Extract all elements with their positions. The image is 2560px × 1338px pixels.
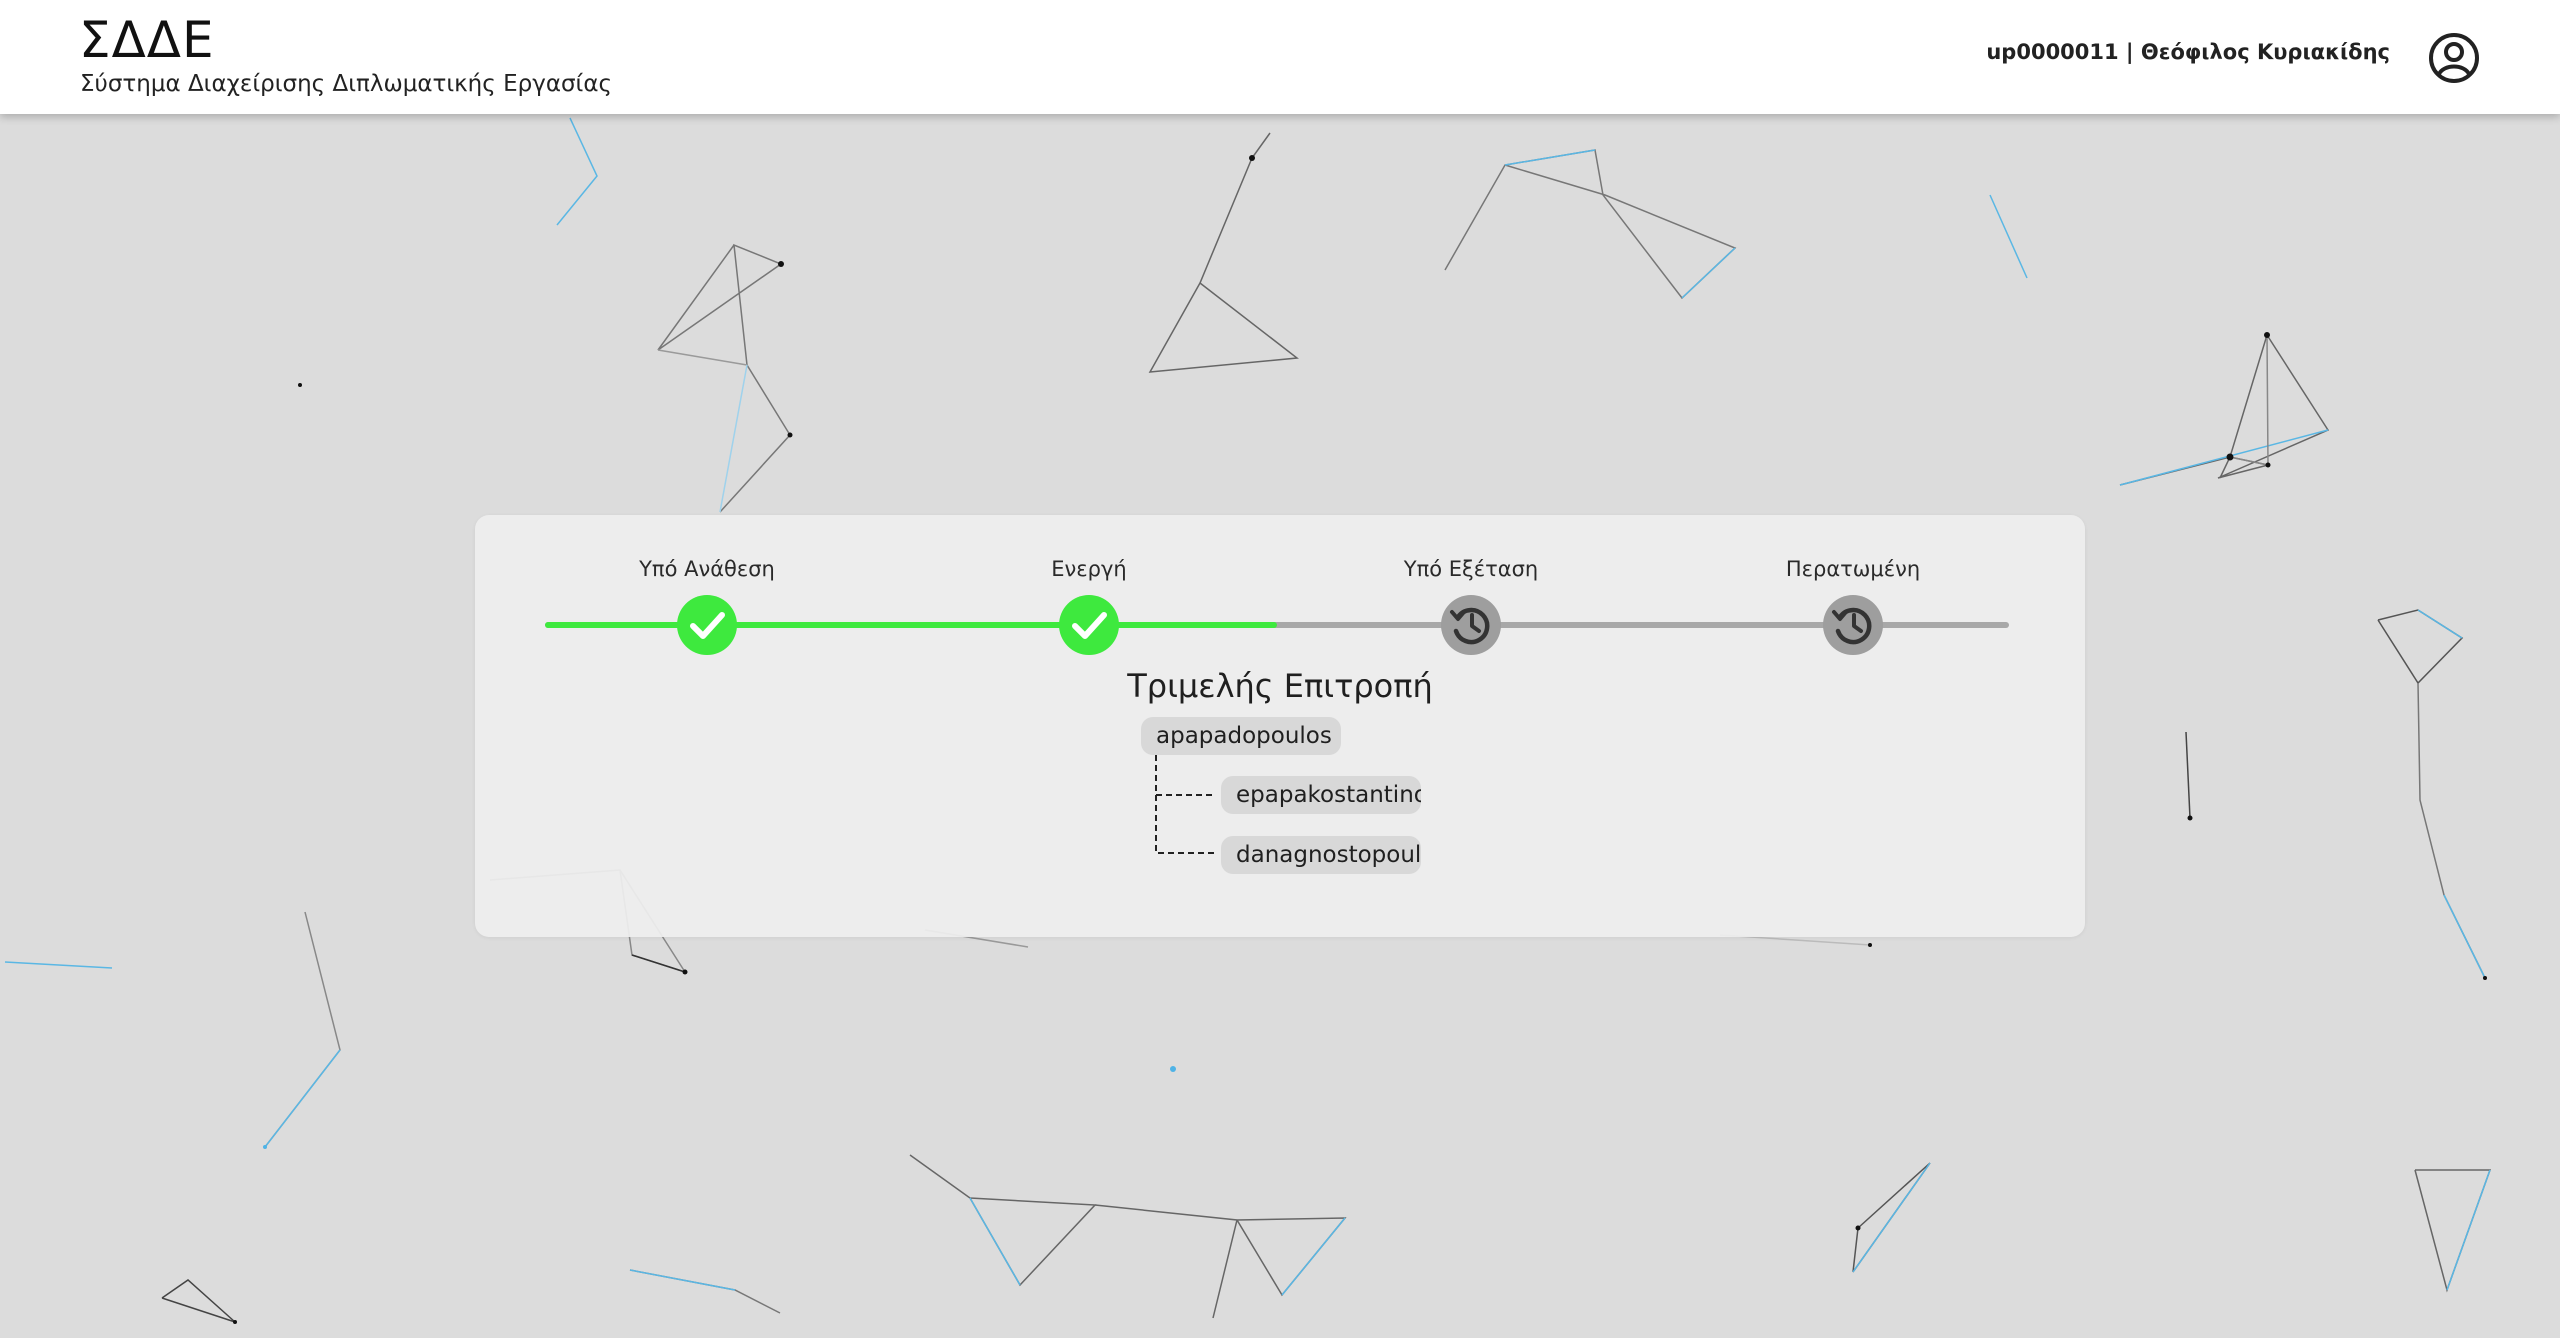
check-icon — [677, 595, 737, 655]
history-icon — [1441, 595, 1501, 655]
step-active: Ενεργή — [959, 515, 1219, 665]
app-subtitle: Σύστημα Διαχείρισης Διπλωματικής Εργασία… — [80, 71, 612, 97]
step-label: Υπό Εξέταση — [1403, 557, 1539, 581]
user-info: up0000011 | Θεόφιλος Κυριακίδης — [1986, 40, 2390, 64]
step-under-assignment: Υπό Ανάθεση — [577, 515, 837, 665]
committee-title: Τριμελής Επιτροπή — [1127, 667, 1433, 705]
app-title: ΣΔΔΕ — [79, 11, 215, 69]
committee-member-chip: epapakostantinou — [1221, 776, 1421, 814]
history-icon — [1823, 595, 1883, 655]
step-label: Ενεργή — [1051, 557, 1127, 581]
committee-member-chip: danagnostopoulos — [1221, 836, 1421, 874]
user-circle-icon[interactable] — [2426, 30, 2482, 86]
committee-supervisor-chip: apapadopoulos — [1141, 717, 1341, 755]
check-icon — [1059, 595, 1119, 655]
step-label: Υπό Ανάθεση — [639, 557, 775, 581]
top-bar: ΣΔΔΕ Σύστημα Διαχείρισης Διπλωματικής Ερ… — [0, 0, 2560, 114]
step-label: Περατωμένη — [1785, 557, 1921, 581]
step-under-review: Υπό Εξέταση — [1341, 515, 1601, 665]
thesis-status-card: Υπό Ανάθεση Ενεργή Υπό Εξέταση Περατωμέν… — [475, 515, 2085, 937]
step-completed: Περατωμένη — [1723, 515, 1983, 665]
